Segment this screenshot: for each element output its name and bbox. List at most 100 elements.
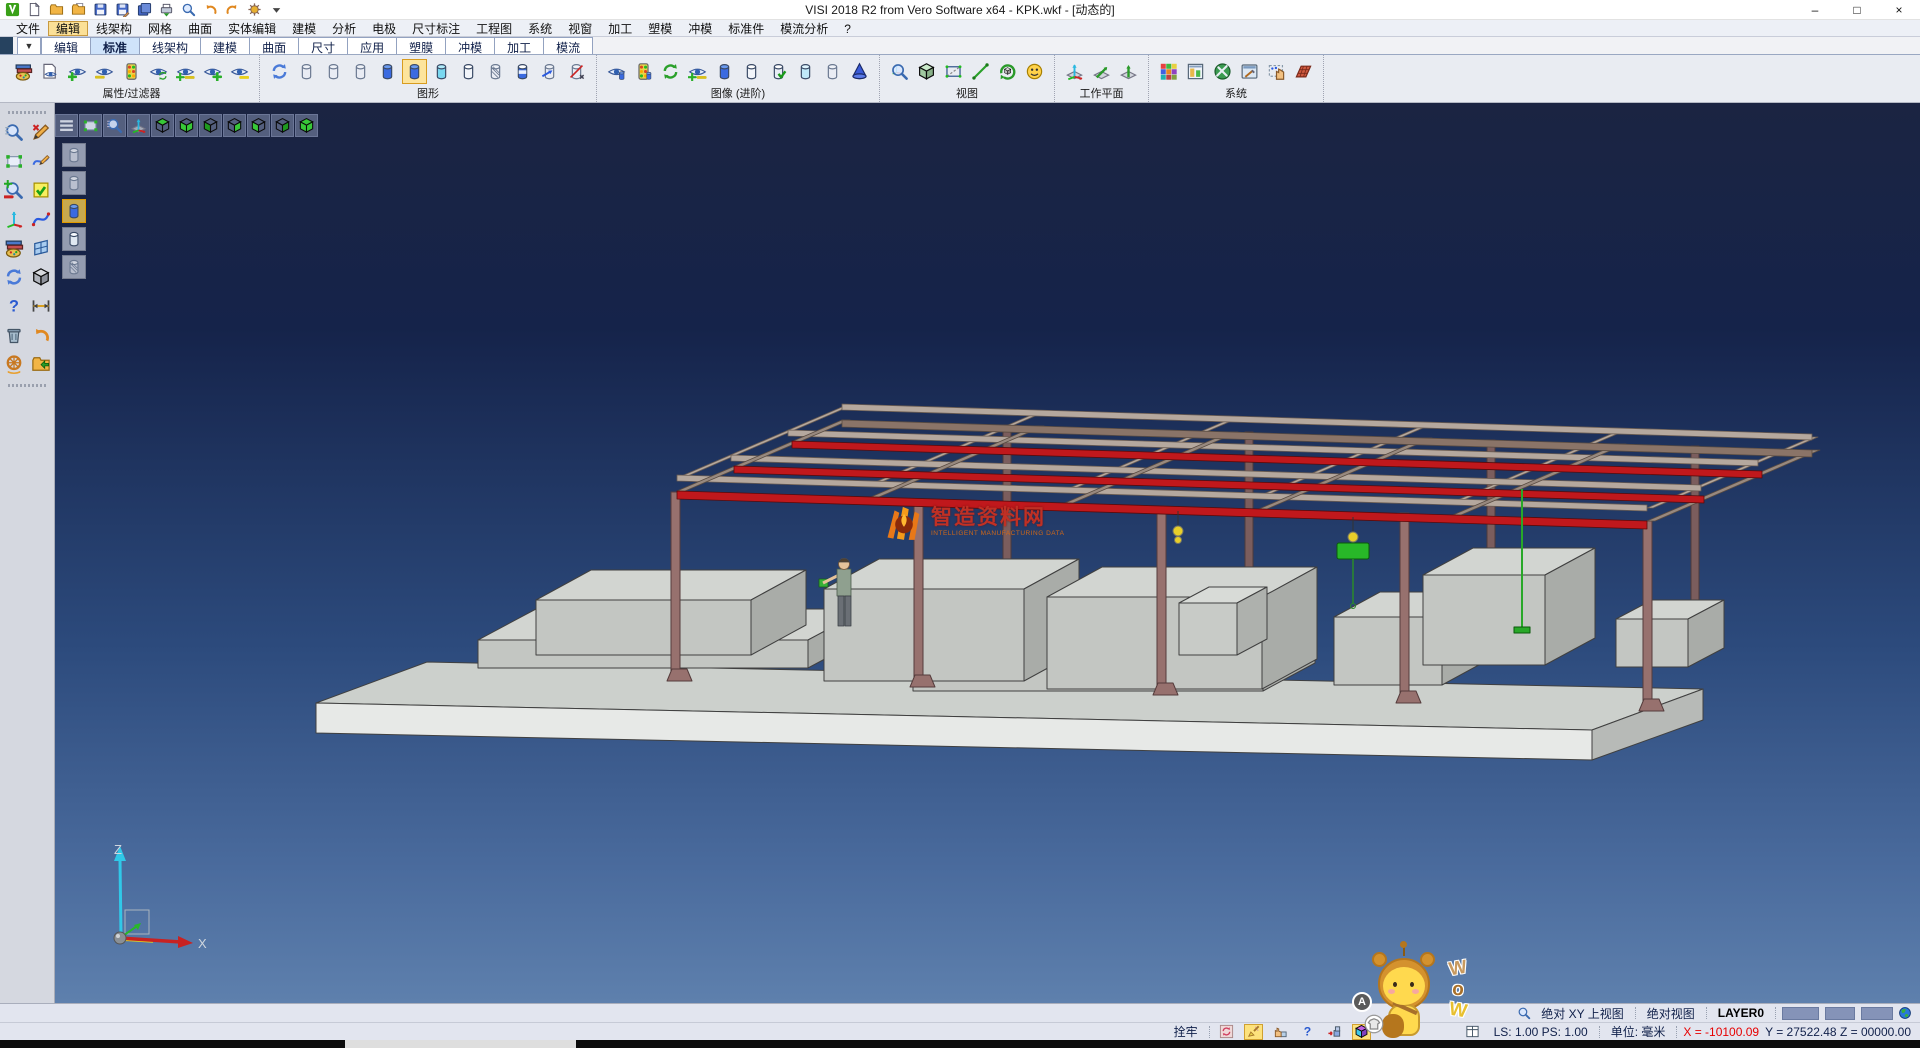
minimize-button[interactable]: – (1794, 0, 1836, 19)
select-points-icon[interactable] (1264, 59, 1289, 84)
viewport-menu-icon[interactable] (55, 114, 78, 137)
undo-icon[interactable] (200, 1, 220, 19)
toolbar-drag-handle[interactable] (8, 384, 46, 387)
toolbar-tab-7[interactable]: 塑膜 (397, 37, 446, 54)
cube-front-icon[interactable] (271, 114, 294, 137)
delete-icon[interactable] (2, 323, 26, 347)
toolbar-drag-handle[interactable] (8, 111, 46, 114)
macro-icon[interactable] (244, 1, 264, 19)
menu-item-6[interactable]: 建模 (284, 21, 324, 36)
views-cube-icon[interactable] (914, 59, 939, 84)
cube-right-icon[interactable] (223, 114, 246, 137)
globe-icon[interactable] (1896, 1005, 1914, 1021)
solid-cube-icon[interactable] (29, 265, 53, 289)
cyl-blue-icon[interactable] (712, 59, 737, 84)
menu-item-9[interactable]: 尺寸标注 (404, 21, 468, 36)
status-button-3[interactable] (1861, 1007, 1893, 1020)
cube-back-icon[interactable] (199, 114, 222, 137)
eye-remove-icon[interactable] (92, 59, 117, 84)
cyl-ghost-icon[interactable] (321, 59, 346, 84)
regen-icon[interactable] (2, 265, 26, 289)
cube-left-icon[interactable] (247, 114, 270, 137)
attributes-icon[interactable] (2, 236, 26, 260)
refresh-green-icon[interactable] (658, 59, 683, 84)
validate-icon[interactable] (29, 178, 53, 202)
menu-item-1[interactable]: 编辑 (48, 21, 88, 36)
undo-last-icon[interactable] (29, 323, 53, 347)
options-globe-icon[interactable] (1210, 59, 1235, 84)
status-layer[interactable]: LAYER0 (1710, 1006, 1772, 1020)
new-icon[interactable] (24, 1, 44, 19)
toolbar-tab-8[interactable]: 冲模 (446, 37, 495, 54)
snap-import-icon[interactable] (1325, 1024, 1344, 1040)
zoom-dynamic-icon[interactable] (2, 120, 26, 144)
eye-solid-icon[interactable] (604, 59, 629, 84)
cube-bottom-icon[interactable] (175, 114, 198, 137)
plot-icon[interactable] (156, 1, 176, 19)
save-as-icon[interactable] (112, 1, 132, 19)
cyl-wire-icon[interactable] (483, 59, 508, 84)
cyl-cut-icon[interactable] (564, 59, 589, 84)
edit-pencil-icon[interactable] (29, 149, 53, 173)
open-icon[interactable] (46, 1, 66, 19)
toolbar-tab-0[interactable]: 编辑 (41, 37, 91, 54)
smiley-icon[interactable] (1022, 59, 1047, 84)
menu-item-7[interactable]: 分析 (324, 21, 364, 36)
cplane-xy-icon[interactable] (1062, 59, 1087, 84)
open-recent-icon[interactable] (29, 352, 53, 376)
toolbar-tab-1[interactable]: 标准 (91, 37, 140, 54)
menu-item-18[interactable]: ? (836, 21, 859, 36)
rotate-view-icon[interactable] (995, 59, 1020, 84)
cyl-white-icon[interactable] (739, 59, 764, 84)
view-axes-icon[interactable] (127, 114, 150, 137)
spline-edit-icon[interactable] (29, 207, 53, 231)
zoom-window-icon[interactable] (2, 149, 26, 173)
cyl-mixed-icon[interactable] (510, 59, 535, 84)
more-icon[interactable] (266, 1, 286, 19)
eye-plusminus-icon[interactable] (685, 59, 710, 84)
menu-item-8[interactable]: 电极 (364, 21, 404, 36)
hide-all-icon[interactable] (227, 59, 252, 84)
lights-solid-icon[interactable] (631, 59, 656, 84)
taskbar-window-segment[interactable] (345, 1040, 576, 1048)
save-icon[interactable] (90, 1, 110, 19)
render-wire-icon[interactable] (62, 255, 86, 279)
mesh-grid-icon[interactable] (1291, 59, 1316, 84)
measure-view-icon[interactable] (968, 59, 993, 84)
import-icon[interactable] (68, 1, 88, 19)
attributes-icon[interactable] (11, 59, 36, 84)
view-rect-icon[interactable] (941, 59, 966, 84)
tab-dropdown-button[interactable]: ▼ (17, 37, 41, 54)
menu-item-11[interactable]: 系统 (520, 21, 560, 36)
render-shaded-blue-icon[interactable] (62, 199, 86, 223)
shade-cone-icon[interactable] (847, 59, 872, 84)
status-units[interactable]: 单位: 毫米 (1603, 1023, 1674, 1040)
eye-refresh-icon[interactable] (146, 59, 171, 84)
render-ghost-icon[interactable] (62, 171, 86, 195)
snap-cube-icon[interactable] (1352, 1024, 1371, 1040)
window-split-icon[interactable] (1463, 1024, 1482, 1040)
cyl-glass-icon[interactable] (793, 59, 818, 84)
menu-item-3[interactable]: 网格 (140, 21, 180, 36)
copy-attributes-icon[interactable] (38, 59, 63, 84)
measure-icon[interactable] (29, 294, 53, 318)
menu-item-4[interactable]: 曲面 (180, 21, 220, 36)
cyl-ghost-icon[interactable] (348, 59, 373, 84)
cplane-view-icon[interactable] (1116, 59, 1141, 84)
render-steel-icon[interactable] (62, 227, 86, 251)
toolbar-tab-3[interactable]: 建模 (201, 37, 250, 54)
cplane-entity-icon[interactable] (1089, 59, 1114, 84)
toolbar-tab-9[interactable]: 加工 (495, 37, 544, 54)
3d-viewport[interactable]: 智造资料网 INTELLIGENT MANUFACTURING DATA Z X (55, 103, 1920, 1003)
settings-tools-icon[interactable] (1237, 59, 1262, 84)
zoom-all-icon[interactable] (887, 59, 912, 84)
wcs-axes-icon[interactable] (2, 207, 26, 231)
modify-erase-icon[interactable] (29, 120, 53, 144)
redo-icon[interactable] (222, 1, 242, 19)
navigator-icon[interactable] (2, 352, 26, 376)
zoom-extents-icon[interactable] (79, 114, 102, 137)
cyl-white-icon[interactable] (456, 59, 481, 84)
cube-iso-icon[interactable] (295, 114, 318, 137)
cyl-check-icon[interactable] (766, 59, 791, 84)
menu-item-10[interactable]: 工程图 (468, 21, 520, 36)
